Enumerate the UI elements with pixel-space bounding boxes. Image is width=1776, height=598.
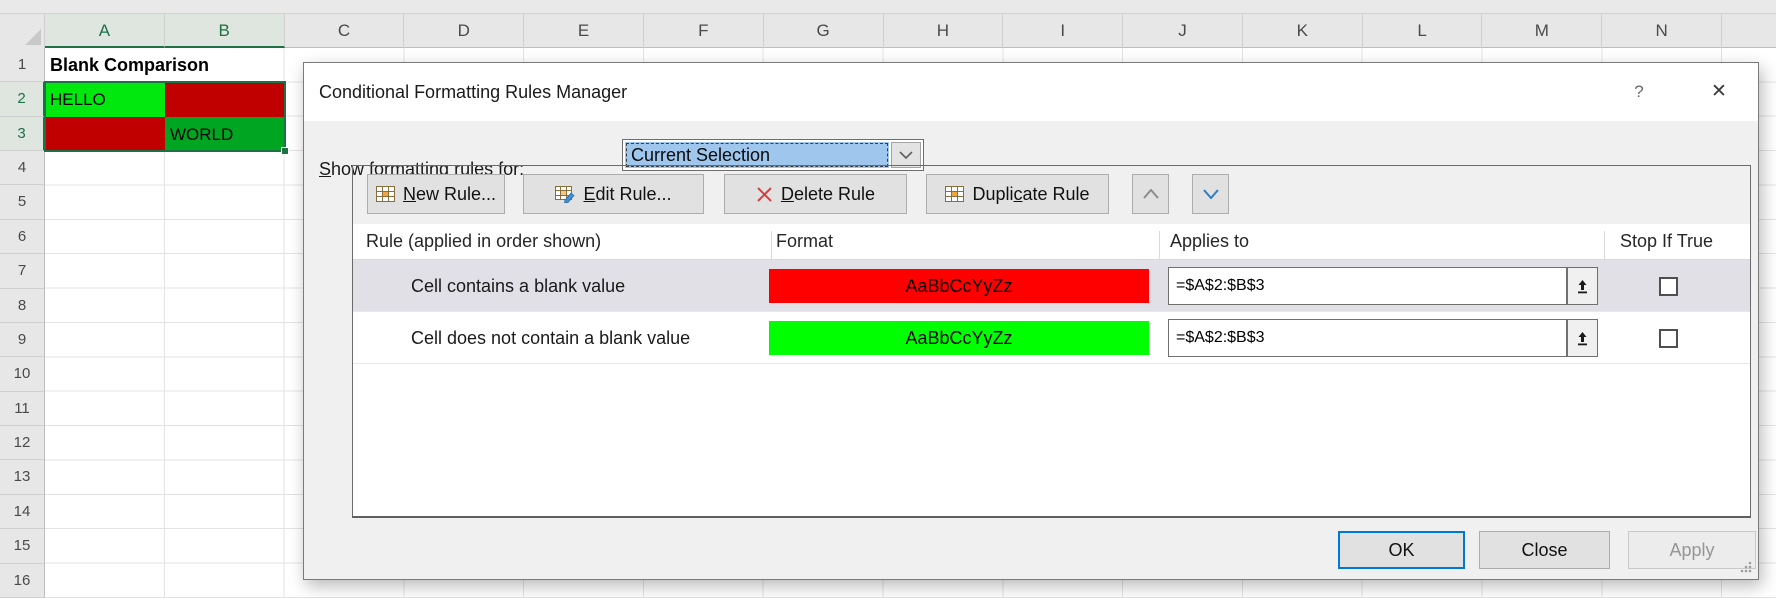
column-header-c[interactable]: C xyxy=(285,14,405,48)
duplicate-rule-label: Duplicate Rule xyxy=(972,184,1089,205)
edit-rule-button[interactable]: Edit Rule... xyxy=(523,174,704,214)
column-header-m[interactable]: M xyxy=(1482,14,1602,48)
row-header-7[interactable]: 7 xyxy=(0,254,45,288)
cell-b3[interactable]: WORLD xyxy=(165,117,285,151)
collapse-range-icon xyxy=(1575,278,1590,295)
edit-rule-label: Edit Rule... xyxy=(583,184,671,205)
row-header-11[interactable]: 11 xyxy=(0,392,45,426)
column-header-i[interactable]: I xyxy=(1003,14,1123,48)
row-header-12[interactable]: 12 xyxy=(0,426,45,460)
format-preview: AaBbCcYyZz xyxy=(769,269,1149,303)
format-preview: AaBbCcYyZz xyxy=(769,321,1149,355)
duplicate-rule-button[interactable]: Duplicate Rule xyxy=(926,174,1109,214)
row-header-9[interactable]: 9 xyxy=(0,323,45,357)
delete-rule-button[interactable]: Delete Rule xyxy=(724,174,907,214)
fill-handle[interactable] xyxy=(281,147,289,155)
formula-bar-sliver xyxy=(0,0,1776,14)
cell-a3[interactable] xyxy=(45,117,165,151)
help-button[interactable]: ? xyxy=(1624,77,1654,107)
row-header-6[interactable]: 6 xyxy=(0,220,45,254)
ok-button[interactable]: OK xyxy=(1338,531,1465,569)
duplicate-rule-table-icon xyxy=(945,186,964,202)
dialog-title: Conditional Formatting Rules Manager xyxy=(319,63,627,121)
column-header-h[interactable]: H xyxy=(884,14,1004,48)
cell-a1[interactable]: Blank Comparison xyxy=(45,48,257,82)
rule-row-selected[interactable]: Cell contains a blank value AaBbCcYyZz =… xyxy=(353,260,1750,312)
range-picker-button[interactable] xyxy=(1567,267,1598,305)
header-stop-if-true: Stop If True xyxy=(1620,231,1713,252)
rule-name: Cell does not contain a blank value xyxy=(411,312,690,364)
chevron-down-icon xyxy=(899,151,913,160)
close-icon[interactable]: ✕ xyxy=(1702,75,1736,109)
row-header-14[interactable]: 14 xyxy=(0,495,45,529)
column-header-g[interactable]: G xyxy=(764,14,884,48)
resize-grip[interactable] xyxy=(1738,559,1752,573)
rule-name: Cell contains a blank value xyxy=(411,260,625,312)
header-rule: Rule (applied in order shown) xyxy=(366,231,601,252)
new-rule-button[interactable]: New Rule... xyxy=(367,174,505,214)
collapse-range-icon xyxy=(1575,330,1590,347)
conditional-formatting-rules-manager-dialog: Conditional Formatting Rules Manager ? ✕… xyxy=(303,62,1759,580)
dialog-titlebar[interactable]: Conditional Formatting Rules Manager ? ✕ xyxy=(304,63,1758,121)
rules-list: Rule (applied in order shown) Format App… xyxy=(353,224,1750,516)
column-header-n[interactable]: N xyxy=(1602,14,1722,48)
new-rule-label: New Rule... xyxy=(403,184,496,205)
excel-window: A B C D E F G H I J K L M N 1 2 3 4 5 6 … xyxy=(0,0,1776,598)
column-header-a[interactable]: A xyxy=(45,14,165,48)
rule-row[interactable]: Cell does not contain a blank value AaBb… xyxy=(353,312,1750,364)
column-header-b[interactable]: B xyxy=(165,14,285,48)
header-format: Format xyxy=(776,231,833,252)
chevron-down-icon xyxy=(1203,189,1219,199)
column-header-k[interactable]: K xyxy=(1243,14,1363,48)
rules-group-frame: New Rule... Edit Rule... Delete Rule xyxy=(352,165,1751,518)
chevron-up-icon xyxy=(1143,189,1159,199)
new-rule-table-icon xyxy=(376,186,395,202)
row-header-15[interactable]: 15 xyxy=(0,529,45,563)
rules-list-header: Rule (applied in order shown) Format App… xyxy=(353,224,1750,260)
column-header-d[interactable]: D xyxy=(404,14,524,48)
edit-rule-icon xyxy=(555,186,575,203)
applies-to-input[interactable]: =$A$2:$B$3 xyxy=(1168,319,1567,357)
applies-to-input[interactable]: =$A$2:$B$3 xyxy=(1168,267,1567,305)
row-header-2[interactable]: 2 xyxy=(0,82,45,116)
row-header-1[interactable]: 1 xyxy=(0,48,45,82)
apply-button[interactable]: Apply xyxy=(1628,531,1756,569)
column-header-e[interactable]: E xyxy=(524,14,644,48)
row-header-10[interactable]: 10 xyxy=(0,357,45,391)
stop-if-true-checkbox[interactable] xyxy=(1659,277,1678,296)
delete-rule-label: Delete Rule xyxy=(781,184,875,205)
row-header-13[interactable]: 13 xyxy=(0,460,45,494)
range-picker-button[interactable] xyxy=(1567,319,1598,357)
cell-a2[interactable]: HELLO xyxy=(45,82,165,117)
column-header-l[interactable]: L xyxy=(1363,14,1483,48)
delete-x-icon xyxy=(756,186,773,203)
header-applies-to: Applies to xyxy=(1170,231,1249,252)
row-header-3[interactable]: 3 xyxy=(0,117,45,151)
row-header-5[interactable]: 5 xyxy=(0,185,45,219)
column-header-f[interactable]: F xyxy=(644,14,764,48)
select-all-corner[interactable] xyxy=(0,14,45,48)
move-rule-up-button[interactable] xyxy=(1132,174,1169,214)
row-header-8[interactable]: 8 xyxy=(0,289,45,323)
column-header-j[interactable]: J xyxy=(1123,14,1243,48)
row-header-4[interactable]: 4 xyxy=(0,151,45,185)
row-header-16[interactable]: 16 xyxy=(0,564,45,598)
move-rule-down-button[interactable] xyxy=(1192,174,1229,214)
stop-if-true-checkbox[interactable] xyxy=(1659,329,1678,348)
close-button[interactable]: Close xyxy=(1479,531,1610,569)
cell-b2[interactable] xyxy=(165,82,285,117)
